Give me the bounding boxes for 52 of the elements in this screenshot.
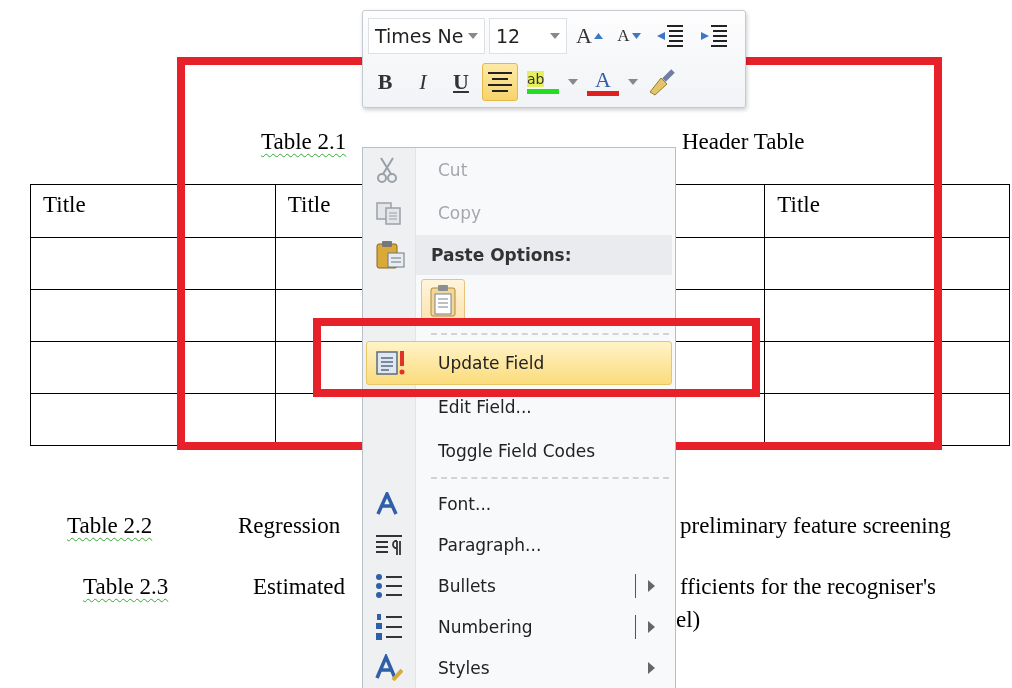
- center-button[interactable]: [482, 63, 518, 101]
- caret-icon: [550, 33, 560, 39]
- shrink-font-button[interactable]: A: [611, 17, 646, 55]
- caption-number: Table 2.1: [261, 128, 347, 156]
- increase-indent-icon: [698, 22, 729, 50]
- clipboard-page-icon: [429, 284, 457, 318]
- grow-font-button[interactable]: A: [571, 17, 608, 55]
- caption-text: preliminary feature screening: [680, 512, 951, 540]
- caption-text: Estimated: [253, 573, 345, 601]
- italic-button[interactable]: I: [406, 63, 440, 101]
- submenu-arrow-icon: [648, 620, 655, 633]
- numbered-list-icon: [375, 612, 403, 641]
- caption-number: Table 2.3: [83, 573, 169, 601]
- bold-button[interactable]: B: [368, 63, 402, 101]
- dropdown-caret-icon: [568, 79, 578, 85]
- caret-icon: [468, 33, 478, 39]
- menu-item[interactable]: Font...: [366, 483, 672, 524]
- copy-icon: [375, 201, 403, 225]
- menu-item[interactable]: Styles: [366, 647, 672, 688]
- letter-a-icon: [375, 491, 399, 516]
- submenu-arrow-icon: [648, 579, 655, 592]
- up-triangle-icon: [593, 33, 603, 39]
- font-name-dropdown[interactable]: Times Ne: [368, 18, 485, 54]
- menu-item[interactable]: Bullets: [366, 565, 672, 606]
- caption-number: Table 2.2: [67, 512, 153, 540]
- paintbrush-icon: [647, 68, 677, 96]
- caption-text: fficients for the recogniser's: [680, 573, 936, 601]
- paragraph-icon: [375, 532, 403, 557]
- letter-a-brush-icon: [375, 653, 403, 682]
- caption-title: Header Table: [682, 128, 805, 156]
- down-triangle-icon: [631, 33, 641, 39]
- menu-item[interactable]: Update Field: [366, 341, 672, 385]
- underline-button[interactable]: U: [444, 63, 478, 101]
- caption-text: el): [676, 607, 701, 632]
- menu-item[interactable]: Toggle Field Codes: [366, 429, 672, 473]
- bulleted-list-icon: [375, 572, 403, 599]
- menu-item[interactable]: Numbering: [366, 606, 672, 647]
- table-header-cell: Title: [30, 184, 276, 238]
- font-color-button[interactable]: A: [582, 63, 624, 101]
- menu-item[interactable]: Paragraph...: [366, 524, 672, 565]
- table-header-cell: Title: [764, 184, 1010, 238]
- font-size-dropdown[interactable]: 12: [489, 18, 567, 54]
- submenu-arrow-icon: [648, 661, 655, 674]
- clipboard-icon: [375, 240, 407, 270]
- caption-text: Regression: [238, 512, 341, 540]
- document-exclamation-icon: [375, 349, 407, 377]
- dropdown-caret-icon: [628, 79, 638, 85]
- menu-item[interactable]: Edit Field...: [366, 385, 672, 429]
- center-align-icon: [487, 71, 513, 93]
- scissors-icon: [375, 156, 399, 184]
- highlight-button[interactable]: ab: [522, 63, 564, 101]
- menu-section-header: Paste Options:: [416, 235, 672, 275]
